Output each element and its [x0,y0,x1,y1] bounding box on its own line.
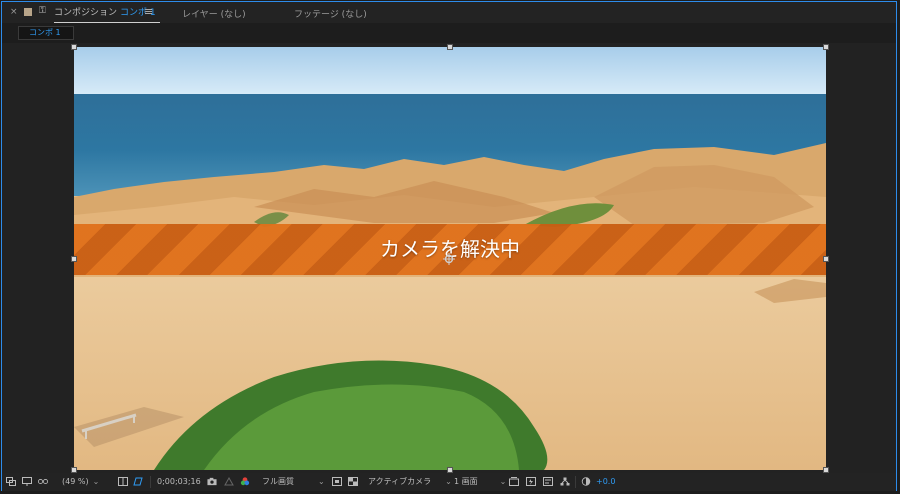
composition-icon [24,8,32,16]
close-icon[interactable]: × [10,7,18,17]
timeline-icon[interactable] [543,477,553,486]
view-selector[interactable]: アクティブカメラ ⌄ [368,476,452,488]
chevron-down-icon: ⌄ [318,477,325,486]
chevron-down-icon: ⌄ [445,477,452,486]
color-channels-icon[interactable] [240,477,250,486]
exposure-value[interactable]: +0.0 [596,476,615,488]
vr-goggles-icon[interactable] [38,477,48,486]
composition-tab-label: コンポジション [54,8,118,18]
panel-menu-icon[interactable]: ≡ [144,5,153,18]
crosshair-cursor-icon [443,253,455,265]
camera-snapshot-icon[interactable] [207,477,217,486]
handle-top-right[interactable] [823,44,829,50]
tab-layer[interactable]: レイヤー (なし) [182,7,246,20]
handle-top-center[interactable] [447,44,453,50]
toolbar-divider [150,476,151,488]
current-time-display[interactable]: 0;00;03;16 [157,476,201,488]
fast-preview-icon[interactable] [526,477,536,486]
zoom-selector[interactable]: (49 %) ⌄ [62,476,99,488]
solving-camera-text: カメラを解決中 [380,237,520,261]
pixel-aspect-icon[interactable] [509,477,519,486]
layout-selector[interactable]: 1 画面 ⌄ [454,476,506,488]
reset-exposure-icon[interactable] [581,477,591,486]
grid-guides-icon[interactable] [118,477,128,486]
zoom-value: (49 %) [62,477,89,486]
comp-flowchart-bar: コンポ 1 [2,23,896,43]
active-camera-value: アクティブカメラ [368,477,432,486]
handle-middle-left[interactable] [71,256,77,262]
chevron-down-icon: ⌄ [92,477,100,486]
chevron-down-icon: ⌄ [499,477,507,486]
mask-visibility-icon[interactable] [133,477,143,486]
resolution-selector[interactable]: フル画質 ⌄ [262,476,325,488]
flowchart-icon[interactable] [560,477,570,486]
monitor-icon[interactable] [22,477,32,486]
region-of-interest-icon[interactable] [332,477,342,486]
tab-footage[interactable]: フッテージ (なし) [294,7,367,20]
always-preview-icon[interactable] [6,477,16,486]
lock-icon[interactable]: ⚿ [39,6,46,16]
panel-tab-bar: × ⚿ コンポジション コンポ 1 ≡ レイヤー (なし) フッテージ (なし) [2,2,896,24]
toolbar-divider [575,476,576,488]
show-snapshot-icon[interactable] [224,477,234,486]
resolution-value: フル画質 [262,477,294,486]
handle-top-left[interactable] [71,44,77,50]
handle-middle-right[interactable] [823,256,829,262]
comp-navigator-tab[interactable]: コンポ 1 [18,26,74,40]
viewer-toolbar: (49 %) ⌄ 0;00;03;16 フル画質 ⌄ アクティブカメラ ⌄ 1 画面 ⌄… [2,473,896,491]
transparency-grid-icon[interactable] [348,477,358,486]
views-value: 1 画面 [454,477,478,486]
